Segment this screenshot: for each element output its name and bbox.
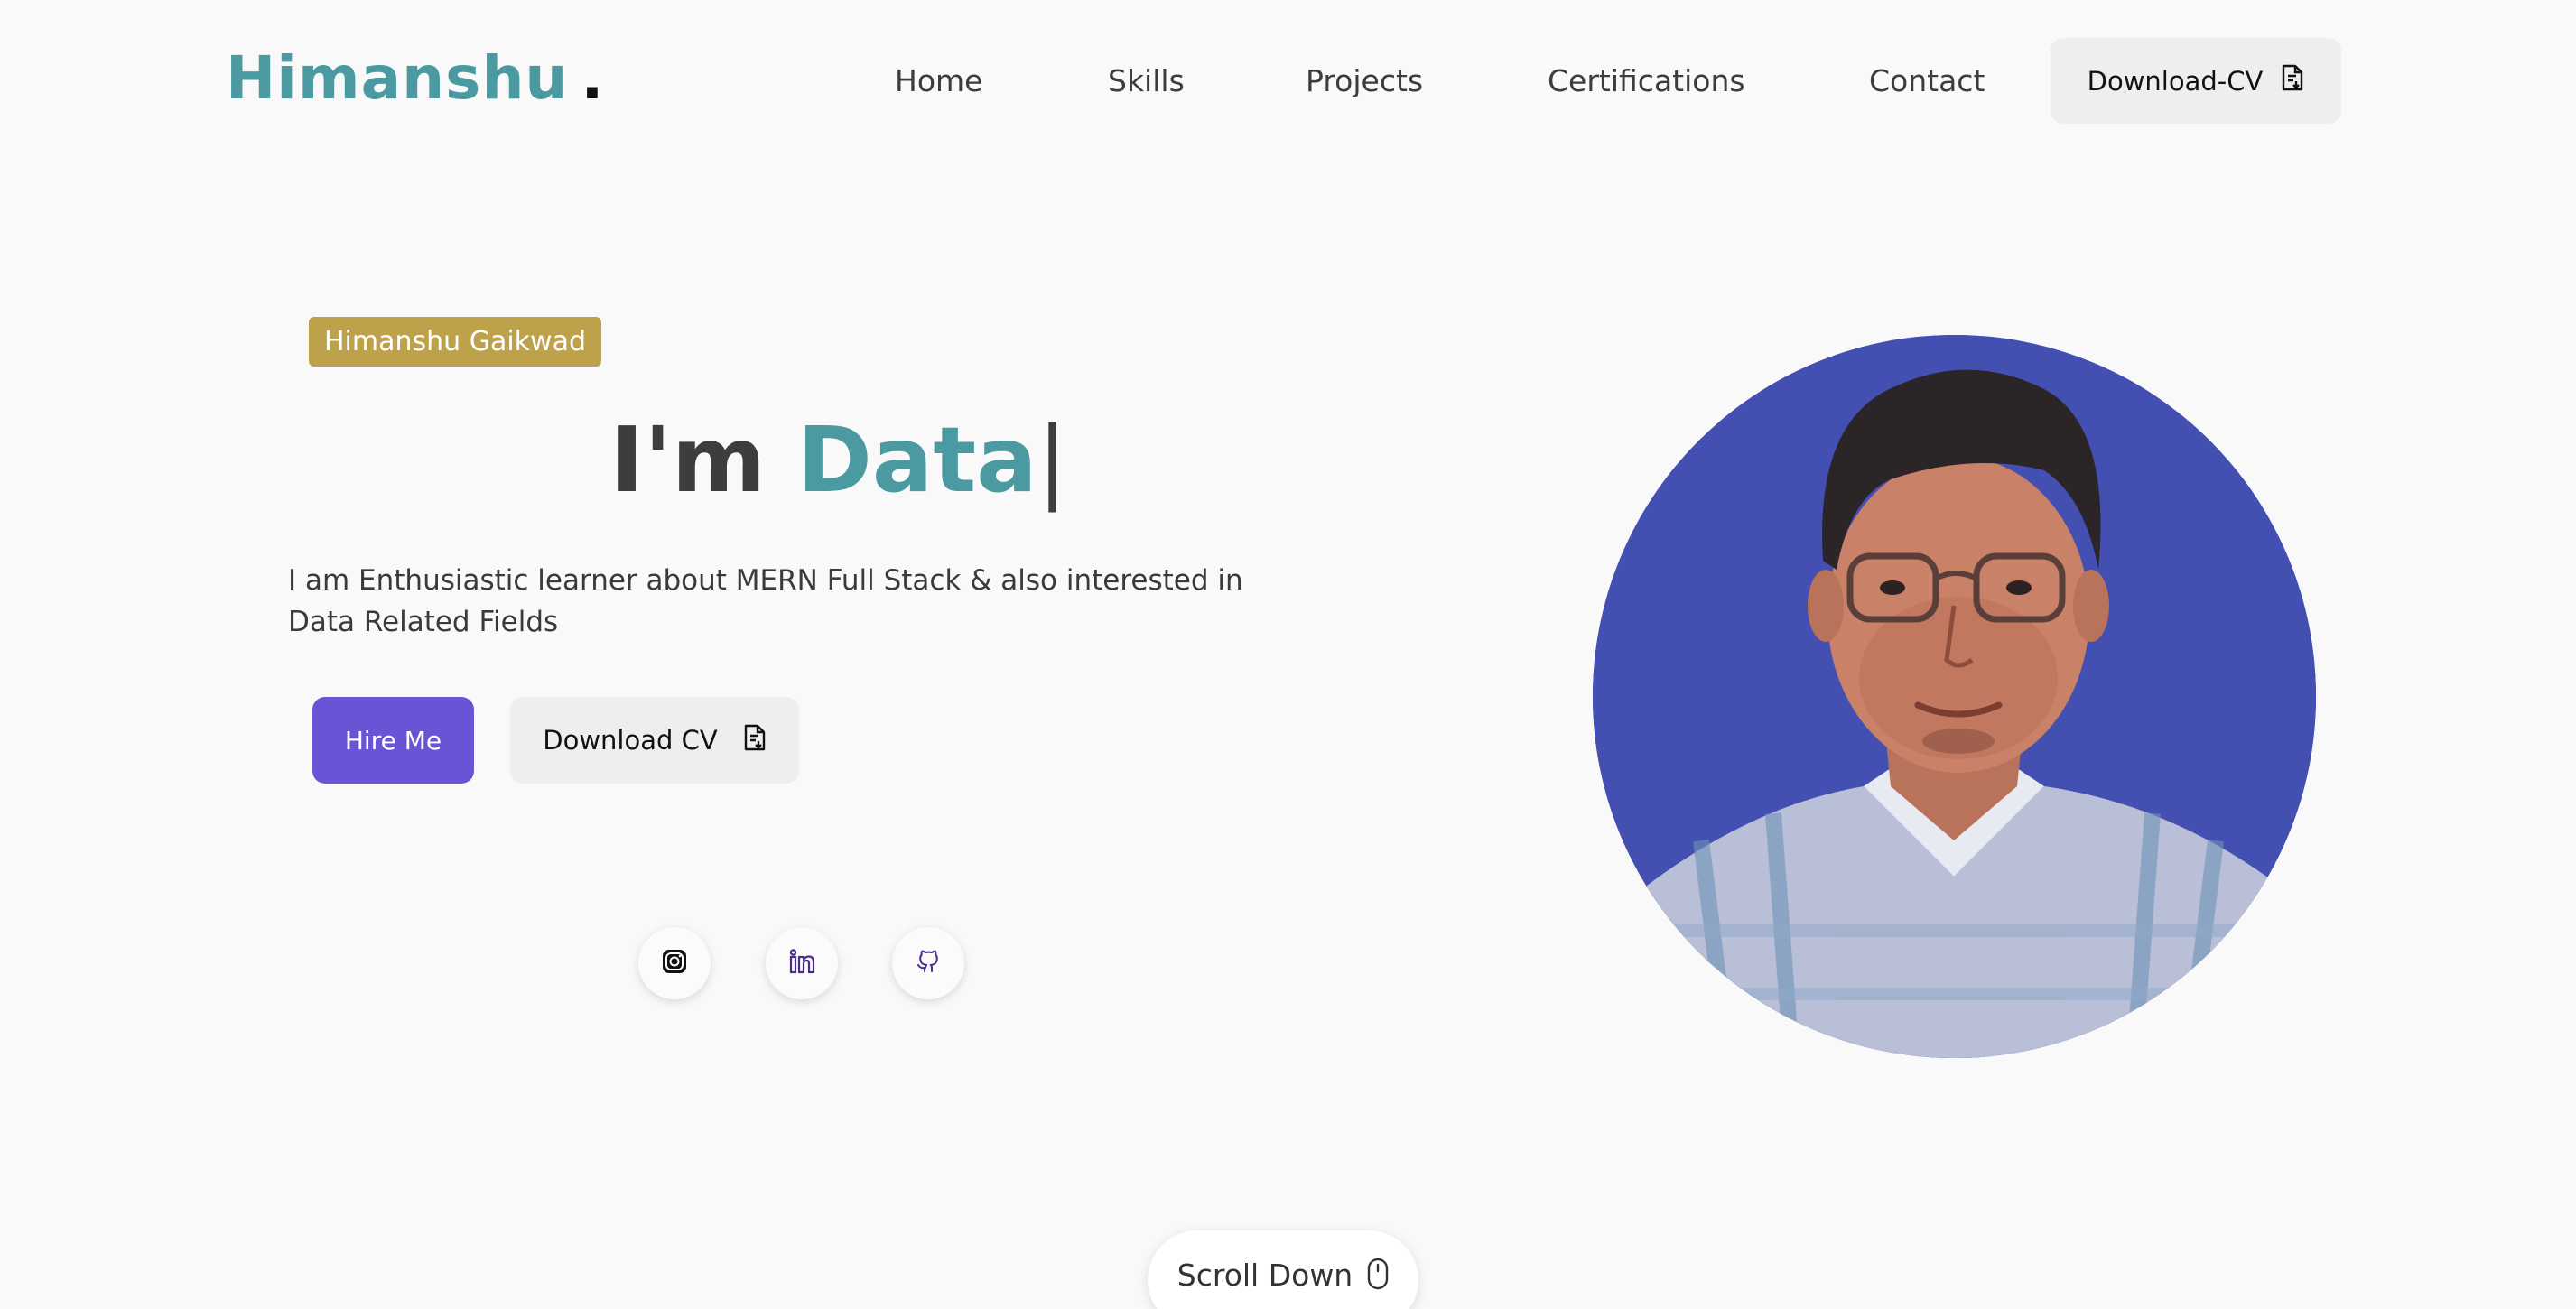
instagram-link[interactable]: [638, 927, 711, 999]
nav-skills[interactable]: Skills: [1108, 54, 1185, 108]
file-download-icon: [2281, 64, 2304, 97]
hero-title: I'm Data|: [610, 404, 1067, 516]
logo-dot: .: [581, 43, 605, 113]
file-download-icon: [743, 724, 767, 757]
github-icon: [915, 948, 942, 979]
portfolio-page: Himanshu. Home Skills Projects Certifica…: [0, 0, 2576, 1309]
header-download-cv-label: Download-CV: [2087, 65, 2264, 97]
nav-certifications[interactable]: Certifications: [1548, 54, 1745, 108]
github-link[interactable]: [892, 927, 964, 999]
download-cv-button[interactable]: Download CV: [510, 697, 799, 784]
scroll-down-button[interactable]: Scroll Down: [1148, 1230, 1418, 1309]
linkedin-link[interactable]: [766, 927, 838, 999]
header-download-cv-button[interactable]: Download-CV: [2051, 38, 2341, 124]
profile-photo: [1593, 335, 2316, 1058]
nav-contact[interactable]: Contact: [1869, 54, 1985, 108]
typing-cursor: |: [1037, 407, 1068, 513]
hero-title-typed: Data: [796, 407, 1037, 513]
mouse-icon: [1367, 1258, 1389, 1297]
scroll-down-label: Scroll Down: [1176, 1258, 1353, 1293]
nav-home[interactable]: Home: [895, 54, 982, 108]
linkedin-icon: [788, 948, 815, 979]
instagram-icon: [661, 948, 688, 979]
hero-title-prefix: I'm: [610, 407, 767, 513]
name-tag: Himanshu Gaikwad: [309, 317, 601, 367]
nav-projects[interactable]: Projects: [1306, 54, 1423, 108]
logo[interactable]: Himanshu.: [226, 38, 605, 119]
download-cv-label: Download CV: [543, 725, 718, 756]
hero-description: I am Enthusiastic learner about MERN Ful…: [288, 564, 1243, 638]
logo-text: Himanshu: [226, 43, 569, 113]
hire-me-button[interactable]: Hire Me: [312, 697, 474, 784]
